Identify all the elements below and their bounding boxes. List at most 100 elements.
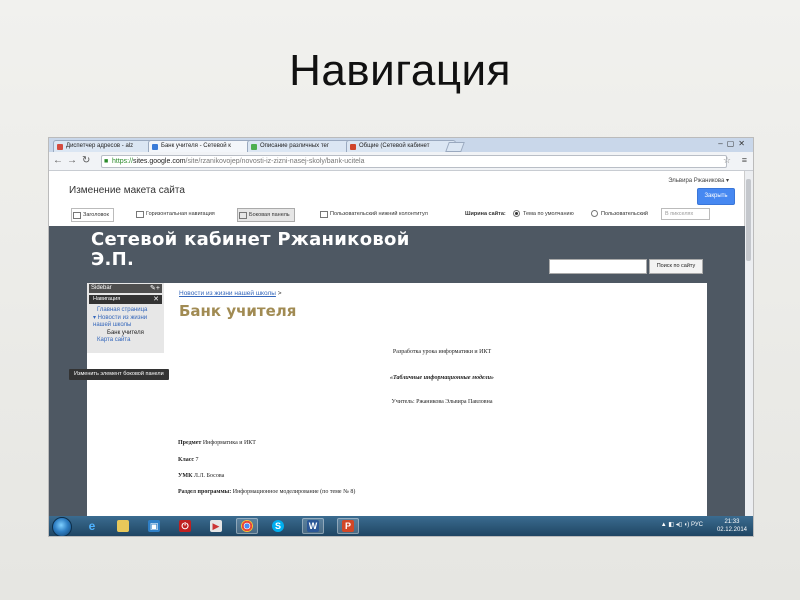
media-app-icon[interactable]: ▣ xyxy=(143,518,165,534)
custom-footer-toggle-button[interactable]: Пользовательский нижний колонтитул xyxy=(319,208,432,220)
sidebar-item-home[interactable]: Главная страница xyxy=(91,307,163,315)
header-toggle-button[interactable]: Заголовок xyxy=(71,208,114,222)
browser-screenshot: Диспетчер адресов - alz × Банк учителя -… xyxy=(49,138,753,536)
site-title[interactable]: Сетевой кабинет Ржаниковой Э.П. xyxy=(91,230,411,270)
sidebar-header-label: Sidebar xyxy=(91,285,112,291)
width-px-input-wrap: В пикселях xyxy=(659,208,714,220)
address-bar[interactable]: ■ https://sites.google.com/site/rzanikov… xyxy=(101,155,727,168)
doc-subject: Предмет Информатика и ИКТ xyxy=(178,440,256,446)
sidebar-item-site-map[interactable]: Карта сайта xyxy=(91,337,163,345)
radio-unselected-icon[interactable] xyxy=(591,210,598,218)
site-preview: Сетевой кабинет Ржаниковой Э.П. Поиск по… xyxy=(49,226,745,516)
doc-umk-label: УМК xyxy=(178,473,193,479)
horizontal-nav-icon xyxy=(136,211,144,218)
doc-subject-value: Информатика и ИКТ xyxy=(202,440,256,446)
toolbar-label: Горизонтальная навигация xyxy=(146,211,215,217)
sidebar-nav-list: Главная страница ▾ Новости из жизни наше… xyxy=(91,307,163,345)
clock-time: 21:33 xyxy=(724,519,740,525)
edit-layout-header: Изменение макета сайта Эльвира Ржаникова… xyxy=(49,171,745,230)
powerpoint-icon[interactable]: P xyxy=(337,518,359,534)
sites-favicon-icon xyxy=(152,144,158,150)
chrome-icon[interactable] xyxy=(236,518,258,534)
slide-title: Навигация xyxy=(289,46,511,95)
windows-taskbar: e ▣ ⏻ ▶ S W P ▲ ◧ ◂▯ ◖) РУС 21:33 02.12.… xyxy=(49,516,753,536)
site-search-input[interactable] xyxy=(549,259,647,274)
system-tray[interactable]: ▲ ◧ ◂▯ ◖) РУС xyxy=(661,521,703,528)
vertical-scrollbar[interactable] xyxy=(744,171,753,516)
tab-strip: Диспетчер адресов - alz × Банк учителя -… xyxy=(49,138,753,153)
sidebar-panel[interactable]: Sidebar ✎+ Навигация ✕ Главная страница … xyxy=(87,283,164,353)
page-title: Банк учителя xyxy=(179,302,297,320)
tab-label: Диспетчер адресов - alz xyxy=(66,143,134,149)
lock-icon: ■ xyxy=(104,158,109,165)
taskbar-clock[interactable]: 21:33 02.12.2014 xyxy=(717,518,747,534)
new-tab-button[interactable] xyxy=(445,142,465,152)
window-controls[interactable]: –▢✕ xyxy=(718,139,749,148)
sidebar-edit-add-icon[interactable]: ✎+ xyxy=(150,284,160,293)
browser-menu-icon[interactable]: ≡ xyxy=(742,155,747,165)
edit-layout-title: Изменение макета сайта xyxy=(69,185,185,196)
breadcrumb-link-school-news[interactable]: Новости из жизни нашей школы xyxy=(179,290,276,297)
bookmark-star-icon[interactable]: ☆ xyxy=(723,155,731,166)
forward-arrow-icon[interactable]: → xyxy=(67,155,77,167)
radio-label: Тема по умолчанию xyxy=(523,211,574,217)
skype-icon[interactable]: S xyxy=(267,518,289,534)
width-default-option[interactable]: Тема по умолчанию xyxy=(511,208,578,220)
scrollbar-thumb[interactable] xyxy=(746,179,751,261)
clock-date: 02.12.2014 xyxy=(716,527,747,533)
sidebar-toggle-button[interactable]: Боковая панель xyxy=(237,208,295,222)
url-host: sites.google.com xyxy=(133,158,186,165)
page-favicon-icon xyxy=(251,144,257,150)
file-explorer-icon[interactable] xyxy=(112,518,134,534)
radio-selected-icon[interactable] xyxy=(513,210,520,218)
breadcrumb: Новости из жизни нашей школы > xyxy=(179,290,282,297)
sidebar-item-school-news[interactable]: ▾ Новости из жизни нашей школы xyxy=(91,315,163,330)
doc-class: Класс 7 xyxy=(178,457,199,463)
doc-umk-value: Л.Л. Босова xyxy=(193,473,225,479)
presentation-app-icon[interactable]: ▶ xyxy=(205,518,227,534)
doc-section-value: Информационное моделирование (по теме № … xyxy=(232,489,356,495)
toolbar-label: Боковая панель xyxy=(249,212,290,218)
tab-label: Описание различных тег xyxy=(260,143,330,149)
page-content: Sidebar ✎+ Навигация ✕ Главная страница … xyxy=(69,283,707,516)
doc-line-teacher: Учитель: Ржаникова Эльвира Павловна xyxy=(391,399,493,405)
toolbar-label: Пользовательский нижний колонтитул xyxy=(330,211,428,217)
url-path: /site/rzanikovojep/novosti-iz-zizni-nase… xyxy=(185,158,365,165)
sidebar-navigation-gadget[interactable]: Навигация ✕ xyxy=(89,295,162,304)
width-px-input[interactable]: В пикселях xyxy=(661,208,710,220)
sidebar-header[interactable]: Sidebar ✎+ xyxy=(89,284,162,293)
site-width-label: Ширина сайта: xyxy=(465,211,506,217)
breadcrumb-separator: > xyxy=(277,290,282,297)
doc-section: Раздел программы: Информационное моделир… xyxy=(178,489,355,495)
doc-umk: УМК Л.Л. Босова xyxy=(178,473,224,479)
width-custom-option[interactable]: Пользовательский xyxy=(589,208,652,220)
url-scheme: https:// xyxy=(112,158,134,165)
close-button[interactable]: Закрыть xyxy=(697,188,735,205)
site-search-button[interactable]: Поиск по сайту xyxy=(649,259,703,274)
tab-label: Банк учителя - Сетевой к xyxy=(161,143,231,149)
doc-line-heading: Разработка урока информатики и ИКТ xyxy=(392,349,492,355)
page-favicon-icon xyxy=(350,144,356,150)
navigation-gadget-label: Навигация xyxy=(93,296,121,302)
header-layout-icon xyxy=(73,212,81,219)
toolbar-label: Заголовок xyxy=(83,212,109,218)
radio-label: Пользовательский xyxy=(601,211,648,217)
word-icon[interactable]: W xyxy=(302,518,324,534)
doc-class-value: 7 xyxy=(195,457,199,463)
back-arrow-icon[interactable]: ← xyxy=(53,155,63,167)
sidebar-layout-icon xyxy=(239,212,247,219)
footer-layout-icon xyxy=(320,211,328,218)
internet-explorer-icon[interactable]: e xyxy=(81,518,103,534)
horizontal-nav-toggle-button[interactable]: Горизонтальная навигация xyxy=(135,208,219,220)
doc-section-label: Раздел программы: xyxy=(178,489,232,495)
tab-label: Общие (Сетевой кабинет xyxy=(359,143,430,149)
gmail-favicon-icon xyxy=(57,144,63,150)
reload-icon[interactable]: ↻ xyxy=(82,155,90,167)
sidebar-item-teacher-bank[interactable]: Банк учителя xyxy=(91,330,163,338)
doc-subject-label: Предмет xyxy=(178,440,202,446)
user-account-menu[interactable]: Эльвира Ржаникова ▾ xyxy=(668,177,729,184)
doc-class-label: Класс xyxy=(178,457,195,463)
start-button-icon[interactable] xyxy=(52,517,72,536)
power-app-icon[interactable]: ⏻ xyxy=(174,518,196,534)
remove-gadget-icon[interactable]: ✕ xyxy=(153,295,159,304)
